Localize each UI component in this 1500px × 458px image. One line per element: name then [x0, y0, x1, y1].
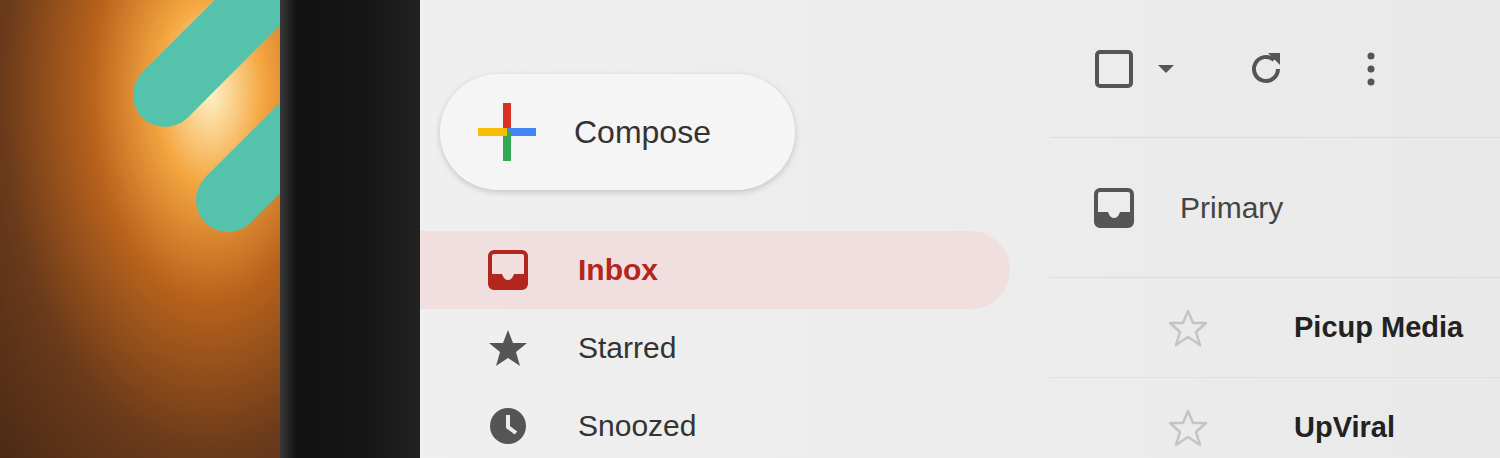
plus-icon: [478, 103, 536, 161]
sidebar-item[interactable]: Snoozed: [420, 387, 1010, 458]
compose-button[interactable]: Compose: [440, 74, 795, 190]
monitor-bezel: [280, 0, 420, 458]
message-pane: Primary Picup Media UpViral: [1050, 0, 1500, 458]
email-sender: UpViral: [1294, 411, 1395, 444]
inbox-icon: [488, 250, 528, 290]
sidebar-item[interactable]: Starred: [420, 309, 1010, 387]
star-icon: [488, 328, 528, 368]
sidebar-item-label: Inbox: [578, 253, 658, 287]
primary-label: Primary: [1180, 191, 1283, 225]
sidebar-item-label: Snoozed: [578, 409, 696, 443]
primary-tab[interactable]: Primary: [1050, 138, 1500, 278]
caret-icon[interactable]: [1156, 63, 1176, 75]
star-icon[interactable]: [1168, 408, 1208, 448]
clock-icon: [488, 406, 528, 446]
email-sender: Picup Media: [1294, 311, 1463, 344]
stripes-graphic: [0, 0, 280, 458]
email-row[interactable]: UpViral: [1050, 378, 1500, 458]
checkbox-icon[interactable]: [1094, 49, 1134, 89]
sidebar-list: Inbox Starred Snoozed: [420, 231, 1050, 458]
sidebar-item[interactable]: Inbox: [420, 231, 1010, 309]
more-icon[interactable]: [1366, 51, 1376, 87]
sidebar: Compose Inbox Starred Snoozed: [420, 0, 1050, 458]
compose-label: Compose: [574, 114, 711, 151]
inbox-icon: [1094, 188, 1134, 228]
mail-app: Compose Inbox Starred Snoozed Primary Picup M…: [420, 0, 1500, 458]
email-row[interactable]: Picup Media: [1050, 278, 1500, 378]
refresh-icon[interactable]: [1246, 49, 1286, 89]
background-photo: [0, 0, 280, 458]
star-icon[interactable]: [1168, 308, 1208, 348]
toolbar: [1050, 0, 1500, 138]
sidebar-item-label: Starred: [578, 331, 676, 365]
